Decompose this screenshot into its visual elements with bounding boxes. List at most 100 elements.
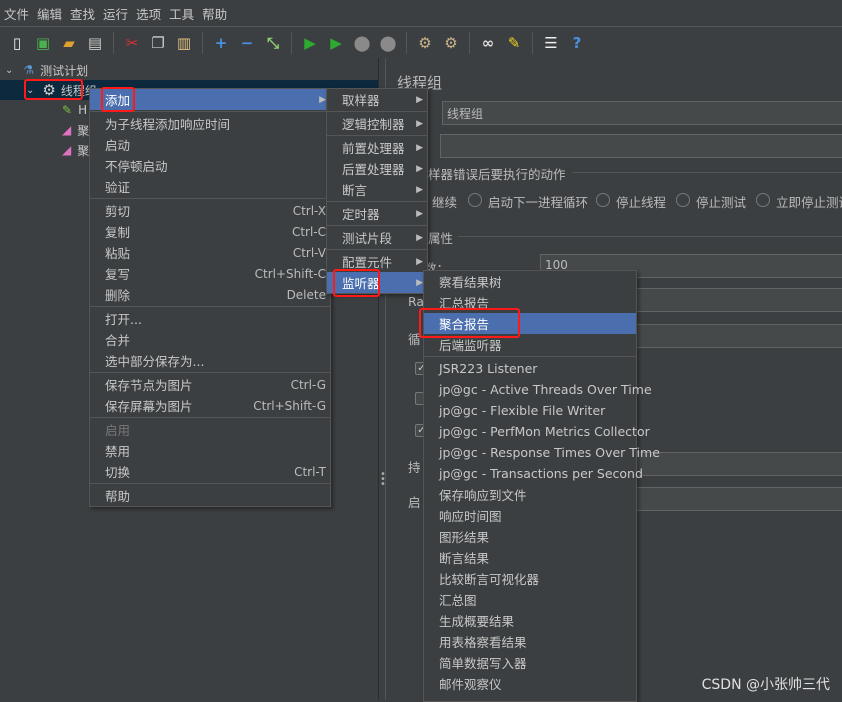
menu-item[interactable]: 帮助 <box>90 485 330 506</box>
menu-item[interactable]: 粘贴 Ctrl-V <box>90 242 330 263</box>
menu-item[interactable]: 配置元件 ▶ <box>327 251 427 272</box>
menu-2[interactable]: 查找 <box>70 4 95 23</box>
new-button[interactable]: ▯ <box>6 32 28 54</box>
menu-item[interactable]: 保存节点为图片 Ctrl-G <box>90 374 330 395</box>
menu-item[interactable]: 简单数据写入器 <box>424 652 636 673</box>
menu-item[interactable]: 逻辑控制器 ▶ <box>327 113 427 134</box>
menu-item[interactable]: 断言结果 <box>424 547 636 568</box>
menu-item[interactable]: 前置处理器 ▶ <box>327 137 427 158</box>
menu-item[interactable]: 后置处理器 ▶ <box>327 158 427 179</box>
menu-item[interactable]: 生成概要结果 <box>424 610 636 631</box>
copy-button[interactable]: ❐ <box>147 32 169 54</box>
menu-item[interactable]: 图形结果 <box>424 526 636 547</box>
chart-icon: ◢ <box>62 123 72 137</box>
search-button[interactable]: ∞ <box>477 32 499 54</box>
cut-button[interactable]: ✂ <box>121 32 143 54</box>
radio-stop-test-now[interactable] <box>756 193 770 207</box>
name-field[interactable]: 线程组 <box>442 101 842 125</box>
stop-button[interactable]: ⬤ <box>351 32 373 54</box>
menu-item[interactable]: 打开... <box>90 308 330 329</box>
start-button[interactable]: ▶ <box>299 32 321 54</box>
menu-item[interactable]: 察看结果树 <box>424 271 636 292</box>
menu-item[interactable]: jp@gc - PerfMon Metrics Collector <box>424 421 650 442</box>
tree-node-test-plan[interactable]: ⌄ ⚗ 测试计划 <box>0 60 378 80</box>
menu-item[interactable]: 响应时间图 <box>424 505 636 526</box>
menu-0[interactable]: 文件 <box>4 4 29 23</box>
menu-item[interactable]: 启用 <box>90 419 330 440</box>
menu-item[interactable]: jp@gc - Flexible File Writer <box>424 400 636 421</box>
expand-button[interactable]: + <box>210 32 232 54</box>
radio-continue-label[interactable]: 继续 <box>432 192 457 211</box>
templates-button[interactable]: ▣ <box>32 32 54 54</box>
radio-label[interactable]: 启动下一进程循环 <box>488 192 588 211</box>
menu-item[interactable]: 验证 <box>90 176 330 197</box>
shutdown-icon: ⬤ <box>379 34 397 52</box>
menu-item[interactable]: 合并 <box>90 329 330 350</box>
menu-4[interactable]: 选项 <box>136 4 161 23</box>
menu-1[interactable]: 编辑 <box>37 4 62 23</box>
menu-item[interactable]: 保存响应到文件 <box>424 484 636 505</box>
menu-item[interactable]: 汇总图 <box>424 589 636 610</box>
toolbar-separator <box>202 32 203 54</box>
menu-item[interactable]: 复写 Ctrl+Shift-C <box>90 263 330 284</box>
reset-search-button[interactable]: ✎ <box>503 32 525 54</box>
comment-field[interactable] <box>440 134 842 158</box>
collapse-button[interactable]: − <box>236 32 258 54</box>
start-no-pause-button[interactable]: ▶ <box>325 32 347 54</box>
menu-item[interactable]: 聚合报告 <box>424 313 636 334</box>
menu-item[interactable]: 不停顿启动 <box>90 155 330 176</box>
menu-item[interactable]: 删除 Delete <box>90 284 330 305</box>
function-helper-button[interactable]: ☰ <box>540 32 562 54</box>
radio-start-next-loop[interactable] <box>468 193 482 207</box>
radio-stop-test[interactable] <box>676 193 690 207</box>
menu-item-label: 定时器 <box>342 207 380 222</box>
radio-label[interactable]: 立即停止测试 <box>776 192 842 211</box>
menu-item[interactable]: 启动 <box>90 134 330 155</box>
toggle-button[interactable]: ⤡ <box>262 32 284 54</box>
menu-item[interactable]: 汇总报告 <box>424 292 636 313</box>
clear-button[interactable]: ⚙ <box>414 32 436 54</box>
clear-all-button[interactable]: ⚙ <box>440 32 462 54</box>
help-button[interactable]: ? <box>566 32 588 54</box>
tree-label: H <box>78 103 88 117</box>
shutdown-button[interactable]: ⬤ <box>377 32 399 54</box>
menu-item[interactable]: 定时器 ▶ <box>327 203 427 224</box>
menu-item[interactable]: 测试片段 ▶ <box>327 227 427 248</box>
menu-5[interactable]: 工具 <box>169 4 194 23</box>
menu-item[interactable]: 断言 ▶ <box>327 179 427 200</box>
menu-6[interactable]: 帮助 <box>202 4 227 23</box>
menu-item[interactable]: 邮件观察仪 <box>424 673 636 694</box>
menu-item[interactable]: 选中部分保存为... <box>90 350 330 371</box>
menu-item[interactable]: 剪切 Ctrl-X <box>90 200 330 221</box>
radio-label[interactable]: 停止线程 <box>616 192 666 211</box>
save-button[interactable]: ▤ <box>84 32 106 54</box>
menu-item-label: 汇总图 <box>439 593 477 608</box>
menu-item[interactable]: jp@gc - Response Times Over Time <box>424 442 660 463</box>
menu-item[interactable]: 保存屏幕为图片 Ctrl+Shift-G <box>90 395 330 416</box>
radio-stop-thread[interactable] <box>596 193 610 207</box>
menu-item-label: 监听器 <box>342 276 380 291</box>
menu-item[interactable]: 禁用 <box>90 440 330 461</box>
menu-item[interactable]: 切换 Ctrl-T <box>90 461 330 482</box>
menu-item[interactable]: 监听器 ▶ <box>327 272 427 293</box>
menu-item[interactable]: jp@gc - Active Threads Over Time <box>424 379 652 400</box>
menu-item[interactable]: 比较断言可视化器 <box>424 568 636 589</box>
menu-item[interactable]: 取样器 ▶ <box>327 89 427 110</box>
menu-item[interactable]: 用表格察看结果 <box>424 631 636 652</box>
menu-item[interactable]: 添加 ▶ <box>90 89 330 110</box>
radio-label[interactable]: 停止测试 <box>696 192 746 211</box>
menu-item[interactable]: jp@gc - Transactions per Second <box>424 463 643 484</box>
startup-delay-field[interactable] <box>636 487 842 511</box>
chevron-down-icon[interactable]: ⌄ <box>5 65 13 76</box>
menu-item[interactable]: 复制 Ctrl-C <box>90 221 330 242</box>
chevron-down-icon[interactable]: ⌄ <box>26 85 34 96</box>
open-button[interactable]: ▰ <box>58 32 80 54</box>
duration-field[interactable] <box>636 452 842 476</box>
menu-3[interactable]: 运行 <box>103 4 128 23</box>
menu-item[interactable]: 后端监听器 <box>424 334 636 355</box>
paste-button[interactable]: ▥ <box>173 32 195 54</box>
menu-item-label: 前置处理器 <box>342 141 405 156</box>
menu-item[interactable]: JSR223 Listener <box>424 358 636 379</box>
menu-item-label: JSR223 Listener <box>439 361 538 376</box>
menu-item[interactable]: 为子线程添加响应时间 <box>90 113 330 134</box>
